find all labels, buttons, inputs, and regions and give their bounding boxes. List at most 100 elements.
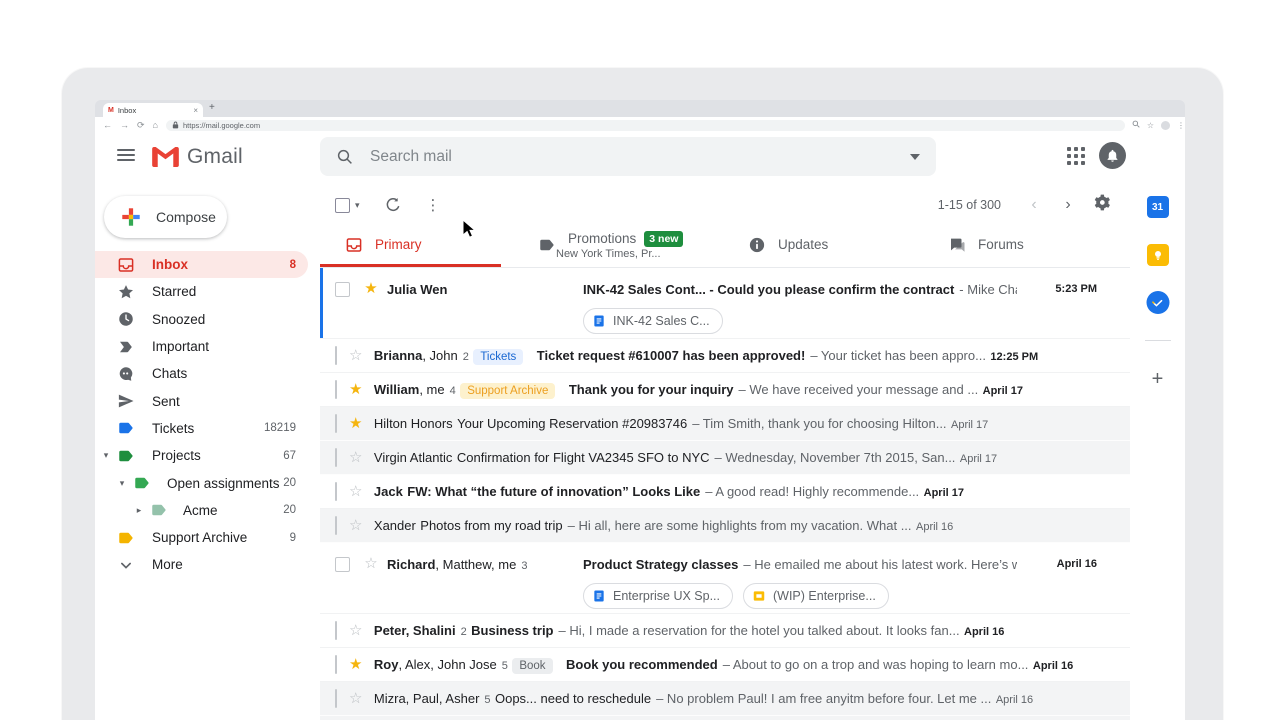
select-all-checkbox[interactable] [335,198,350,213]
label-chip[interactable]: Tickets [473,349,523,365]
get-addons-plus-icon[interactable]: + [1152,368,1164,391]
sidebar-item-chats[interactable]: Chats [95,360,308,387]
sidebar-item-important[interactable]: Important [95,333,308,360]
search-options-caret-icon[interactable] [910,154,920,160]
doc-file-icon [592,314,606,328]
email-checkbox[interactable] [335,621,337,640]
email-checkbox[interactable] [335,655,337,674]
star-toggle-icon[interactable]: ☆ [349,347,362,364]
star-toggle-icon[interactable]: ★ [349,656,362,673]
tasks-icon[interactable] [1146,291,1169,314]
email-row[interactable]: ☆ Brianna, John2 Tickets Ticket request … [320,339,1130,373]
email-checkbox[interactable] [335,516,337,535]
sidebar-item-acme[interactable]: ▸ Acme 20 [95,497,308,524]
star-toggle-icon[interactable]: ☆ [349,622,362,639]
thread-count: 3 [521,560,527,572]
collapse-triangle-icon[interactable]: ▾ [101,450,111,461]
sidebar-item-support-archive[interactable]: Support Archive 9 [95,524,308,551]
label-chip[interactable]: Support Archive [460,383,555,399]
browser-menu-icon[interactable]: ⋮ [1177,121,1185,130]
email-subject: Oops... need to reschedule [495,691,651,706]
email-snippet: – We have received your message and ... [739,382,979,397]
email-row[interactable]: ☆ Jack FW: What “the future of innovatio… [320,475,1130,509]
email-checkbox[interactable] [335,482,337,501]
attachment-chip[interactable]: Enterprise UX Sp... [583,583,733,609]
bookmark-star-icon[interactable]: ☆ [1147,121,1154,130]
email-row[interactable]: ☆ Peter, Shalini2 Business trip– Hi, I m… [320,614,1130,648]
email-row[interactable]: ★ Julia Wen INK-42 Sales Cont... - Could… [320,268,1130,339]
sidebar-item-sent[interactable]: Sent [95,387,308,414]
attachment-chip[interactable]: (WIP) Enterprise... [743,583,889,609]
email-snippet: – Tim Smith, thank you for choosing Hilt… [692,416,946,431]
sidebar-item-tickets[interactable]: Tickets 18219 [95,415,308,442]
browser-tab-strip: M Inbox × + [95,100,1185,117]
gmail-wordmark: Gmail [187,145,243,169]
expand-triangle-icon[interactable]: ▸ [134,505,144,516]
send-icon [117,392,135,410]
star-toggle-icon[interactable]: ★ [349,415,362,432]
email-checkbox[interactable] [335,346,337,365]
email-row[interactable]: ☆ Richard, Matthew, me3 Product Strategy… [320,543,1130,614]
email-checkbox[interactable] [335,689,337,708]
sidebar-item-projects[interactable]: ▾ Projects 67 [95,442,308,469]
older-page-chevron-icon[interactable]: › [1051,196,1085,214]
notifications-bell-icon[interactable] [1099,142,1126,169]
email-row[interactable]: ★ Roy, Alex, John Jose5 Book Book you re… [320,648,1130,682]
zoom-search-icon[interactable] [1132,120,1140,130]
email-row[interactable]: ★ William, me4 Support Archive Thank you… [320,373,1130,407]
email-checkbox[interactable] [335,414,337,433]
browser-tab[interactable]: M Inbox × [103,103,203,117]
star-toggle-icon[interactable]: ☆ [349,517,362,534]
sender-name-bold: Jack [374,484,403,499]
star-toggle-icon[interactable]: ☆ [362,555,380,573]
email-row[interactable]: ★ Hilton Honors Your Upcoming Reservatio… [320,407,1130,441]
close-icon[interactable]: × [193,106,198,115]
tab-promotions[interactable]: Promotions 3 new New York Times, Pr... [513,222,683,268]
forward-icon[interactable]: → [120,117,129,133]
sidebar-item-starred[interactable]: Starred [95,278,308,305]
tab-forums[interactable]: Forums [923,222,1024,268]
tab-primary[interactable]: Primary [320,222,422,268]
sidebar-item-snoozed[interactable]: Snoozed [95,306,308,333]
reload-icon[interactable]: ⟳ [137,117,145,133]
tab-subtitle: New York Times, Pr... [556,248,683,260]
email-date: April 17 [924,487,964,499]
home-icon[interactable]: ⌂ [153,117,158,133]
refresh-icon[interactable] [384,196,402,214]
keep-icon[interactable] [1147,244,1169,266]
star-toggle-icon[interactable]: ☆ [349,483,362,500]
star-toggle-icon[interactable]: ★ [349,381,362,398]
sidebar-item-open-assignments[interactable]: ▾ Open assignments 20 [95,469,308,496]
google-apps-grid-icon[interactable] [1067,147,1085,165]
new-tab-button[interactable]: + [209,102,215,113]
star-toggle-icon[interactable]: ★ [362,280,380,298]
hamburger-menu-icon[interactable] [117,149,135,161]
sidebar-item-inbox[interactable]: Inbox 8 [95,251,308,278]
email-row[interactable]: ☆ Mizra, Paul, Asher5 Oops... need to re… [320,682,1130,716]
select-caret-icon[interactable]: ▾ [355,200,360,211]
address-bar[interactable]: https://mail.google.com [166,120,1125,131]
search-bar[interactable] [320,137,936,176]
email-checkbox[interactable] [335,380,337,399]
sidebar-item-more[interactable]: More [95,551,308,578]
label-chip[interactable]: Book [512,658,552,674]
more-options-icon[interactable]: ⋮ [426,196,441,214]
email-row[interactable]: ☆ Xander Photos from my road trip– Hi al… [320,509,1130,543]
settings-gear-icon[interactable] [1093,193,1112,217]
email-date: April 16 [964,626,1004,638]
star-toggle-icon[interactable]: ☆ [349,690,362,707]
calendar-icon[interactable]: 31 [1147,196,1169,218]
email-checkbox[interactable] [335,282,350,297]
email-row[interactable]: ☆ Virgin Atlantic Confirmation for Fligh… [320,441,1130,475]
search-input[interactable] [368,147,910,167]
tab-updates[interactable]: Updates [723,222,828,268]
star-toggle-icon[interactable]: ☆ [349,449,362,466]
browser-profile-avatar[interactable] [1161,121,1170,130]
collapse-triangle-icon[interactable]: ▾ [117,478,127,489]
email-checkbox[interactable] [335,448,337,467]
email-checkbox[interactable] [335,557,350,572]
compose-button[interactable]: Compose [104,196,227,238]
back-icon[interactable]: ← [103,117,112,133]
newer-page-chevron-icon[interactable]: ‹ [1017,196,1051,214]
attachment-chip[interactable]: INK-42 Sales C... [583,308,723,334]
